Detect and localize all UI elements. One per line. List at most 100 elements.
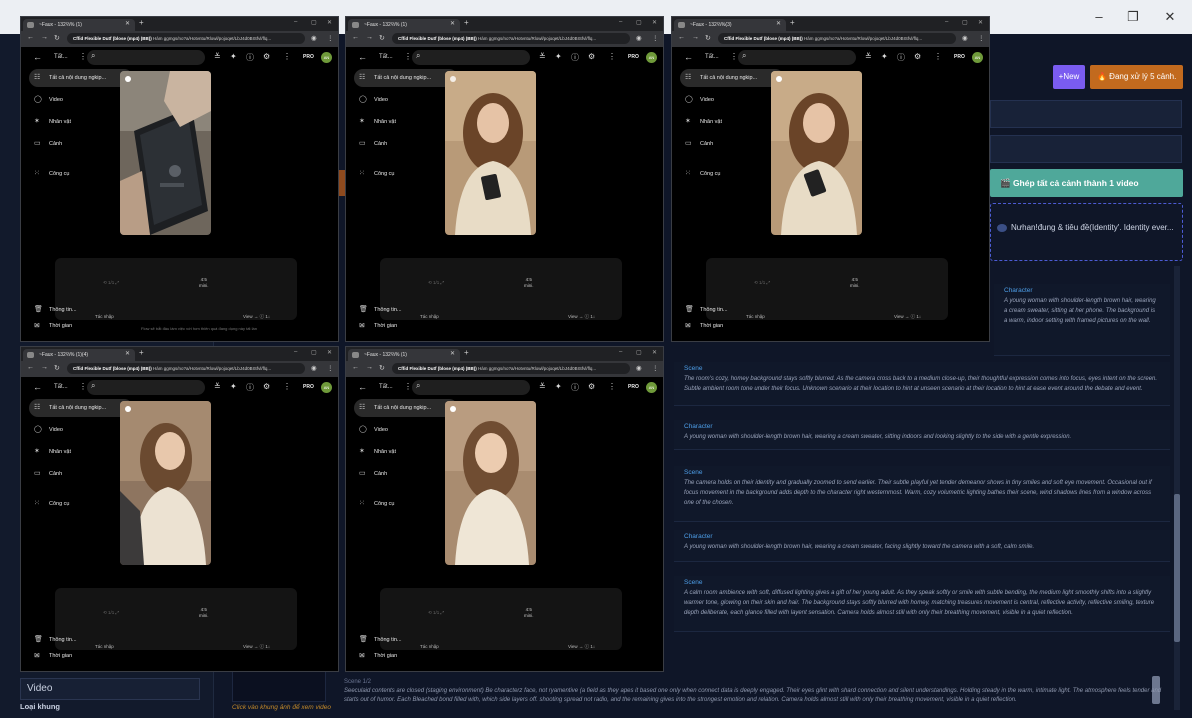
menu-icon[interactable]: ⋮ — [652, 34, 659, 42]
reload-icon[interactable]: ↻ — [54, 364, 60, 372]
menu-item-scene[interactable]: ▭ Cảnh — [29, 465, 133, 483]
filter-icon[interactable]: ≚ — [214, 52, 221, 61]
menu-item-video[interactable]: ◯ Video — [29, 91, 133, 109]
browser-tab[interactable]: ~Faux - 132⅔%(3) ✕ — [674, 19, 786, 31]
avatar[interactable]: AN — [321, 52, 332, 63]
more-icon[interactable]: ⋮ — [730, 52, 738, 61]
close-icon[interactable]: ✕ — [978, 19, 983, 26]
maximize-icon[interactable]: ▢ — [636, 19, 642, 26]
menu-item-video[interactable]: ◯ Video — [29, 421, 133, 439]
menu-item-character[interactable]: ✶ Nhân vật — [29, 113, 133, 131]
new-tab-icon[interactable]: + — [139, 348, 144, 357]
aspect-ratio[interactable]: 4:5 mini. — [199, 607, 209, 619]
minimize-icon[interactable]: – — [619, 19, 622, 25]
maximize-icon[interactable]: ▢ — [311, 19, 317, 26]
browser-window[interactable]: ~Faux - 132⅔% (1) ✕ + – ▢ ✕ ← → ↻ Cffid F… — [345, 346, 664, 672]
menu-item-info[interactable]: 🗑 Thông tin... — [354, 631, 458, 649]
back-icon[interactable]: ← — [27, 364, 34, 371]
scene-card[interactable]: Character A young woman with shoulder-le… — [674, 420, 1170, 450]
sparkle-icon[interactable]: ✦ — [555, 52, 562, 61]
tab-close-icon[interactable]: ✕ — [450, 20, 455, 27]
sparkle-icon[interactable]: ✦ — [881, 52, 888, 61]
profile-icon[interactable]: ◉ — [311, 364, 317, 372]
menu-item-scene[interactable]: ▭ Cảnh — [29, 135, 133, 153]
menu-icon[interactable]: ⋮ — [327, 34, 334, 42]
avatar[interactable]: AN — [972, 52, 983, 63]
view-control[interactable]: View → ⓘ 1↓ — [243, 644, 270, 650]
settings-icon[interactable]: ⚙ — [914, 52, 921, 61]
media-preview-woman-side[interactable] — [120, 401, 211, 565]
sparkle-icon[interactable]: ✦ — [230, 382, 237, 391]
settings-icon[interactable]: ⚙ — [263, 52, 270, 61]
info-icon[interactable]: ⓘ — [246, 52, 254, 63]
back-icon[interactable]: ← — [678, 34, 685, 41]
url-field[interactable]: Cffid Flexible Dutf (blose (mp4) (BB)) H… — [67, 363, 305, 374]
tab-close-icon[interactable]: ✕ — [125, 350, 130, 357]
search-input[interactable]: ⌕ — [87, 50, 205, 65]
menu-item-all-content[interactable]: ☷ Tất cả nội dung ngkip... — [354, 69, 458, 87]
info-icon[interactable]: ⓘ — [571, 52, 579, 63]
scene-card[interactable]: Character A young woman with shoulder-le… — [994, 284, 1170, 356]
browser-tab[interactable]: ~Faux - 132⅔% (1) ✕ — [23, 19, 135, 31]
menu-item-all-content[interactable]: ☷ Tất cả nội dung ngkip... — [29, 69, 133, 87]
profile-icon[interactable]: ◉ — [311, 34, 317, 42]
more-icon[interactable]: ⋮ — [608, 52, 616, 61]
search-input[interactable]: ⌕ — [87, 380, 205, 395]
menu-item-info[interactable]: 🗑 Thông tin... — [680, 301, 784, 319]
menu-item-character[interactable]: ✶ Nhân vật — [29, 443, 133, 461]
back-icon[interactable]: ← — [352, 364, 359, 371]
new-tab-icon[interactable]: + — [464, 348, 469, 357]
settings-icon[interactable]: ⚙ — [588, 52, 595, 61]
menu-item-character[interactable]: ✶ Nhân vật — [354, 113, 458, 131]
view-control[interactable]: View → ⓘ 1↓ — [894, 314, 921, 320]
menu-item-scene[interactable]: ▭ Cảnh — [680, 135, 784, 153]
scene-card[interactable]: Scene A calm room ambience with soft, di… — [674, 576, 1170, 632]
aspect-ratio[interactable]: 4:5 mini. — [524, 277, 534, 289]
view-control[interactable]: View → ⓘ 1↓ — [568, 644, 595, 650]
minimize-icon[interactable]: – — [294, 349, 297, 355]
close-icon[interactable]: ✕ — [327, 349, 332, 356]
new-tab-icon[interactable]: + — [464, 18, 469, 27]
scene-card[interactable]: Character A young woman with shoulder-le… — [674, 530, 1170, 562]
browser-window[interactable]: ~Faux - 132⅔% (1)(4) ✕ + – ▢ ✕ ← → ↻ Cffi… — [20, 346, 339, 672]
back-arrow-icon[interactable]: ← — [33, 382, 42, 392]
scrollbar-thumb[interactable] — [1174, 494, 1180, 642]
menu-item-info[interactable]: 🗑 Thông tin... — [354, 301, 458, 319]
reload-icon[interactable]: ↻ — [379, 34, 385, 42]
mini-controls[interactable]: ⟲ 1/1 ⤢ — [428, 610, 444, 616]
filter-icon[interactable]: ≚ — [539, 52, 546, 61]
menu-item-time[interactable]: ⊠ Thời gian — [29, 323, 133, 333]
media-preview-woman-phone[interactable] — [445, 71, 536, 235]
video-thumbnail[interactable] — [232, 670, 326, 702]
minimize-icon[interactable]: – — [945, 19, 948, 25]
menu-item-character[interactable]: ✶ Nhân vật — [354, 443, 458, 461]
forward-icon[interactable]: → — [41, 34, 48, 41]
scene-card[interactable]: Scene The camera holds on their identity… — [674, 466, 1170, 522]
title-field[interactable]: Nưhan!đung & tiêu đề(Identity'. Identity… — [990, 203, 1183, 261]
media-preview-woman-phone[interactable] — [771, 71, 862, 235]
filter-icon[interactable]: ≚ — [539, 382, 546, 391]
url-field[interactable]: Cffid Flexible Dutf (blose (mp4) (BB)) H… — [392, 363, 630, 374]
menu-item-tools[interactable]: ⁙ Công cụ — [680, 165, 784, 183]
tab-close-icon[interactable]: ✕ — [776, 20, 781, 27]
more-icon[interactable]: ⋮ — [404, 382, 412, 391]
settings-row[interactable] — [990, 135, 1182, 163]
url-field[interactable]: Cffid Flexible Dutf (blose (mp4) (BB)) H… — [67, 33, 305, 44]
menu-item-video[interactable]: ◯ Video — [680, 91, 784, 109]
tab-close-icon[interactable]: ✕ — [450, 350, 455, 357]
aspect-ratio[interactable]: 4:5 mini. — [850, 277, 860, 289]
search-input[interactable]: ⌕ — [412, 380, 530, 395]
close-icon[interactable]: ✕ — [652, 349, 657, 356]
browser-window[interactable]: ~Faux - 132⅔%(3) ✕ + – ▢ ✕ ← → ↻ Cffid Fl… — [671, 16, 990, 342]
more-icon[interactable]: ⋮ — [608, 382, 616, 391]
maximize-icon[interactable]: ❐ — [1126, 10, 1140, 24]
menu-item-scene[interactable]: ▭ Cảnh — [354, 465, 458, 483]
sparkle-icon[interactable]: ✦ — [555, 382, 562, 391]
minimize-icon[interactable]: – — [294, 19, 297, 25]
mini-controls[interactable]: ⟲ 1/1 ⤢ — [754, 280, 770, 286]
back-arrow-icon[interactable]: ← — [358, 52, 367, 62]
menu-item-scene[interactable]: ▭ Cảnh — [354, 135, 458, 153]
browser-tab[interactable]: ~Faux - 132⅔% (1) ✕ — [348, 349, 460, 361]
tab-close-icon[interactable]: ✕ — [125, 20, 130, 27]
forward-icon[interactable]: → — [366, 364, 373, 371]
